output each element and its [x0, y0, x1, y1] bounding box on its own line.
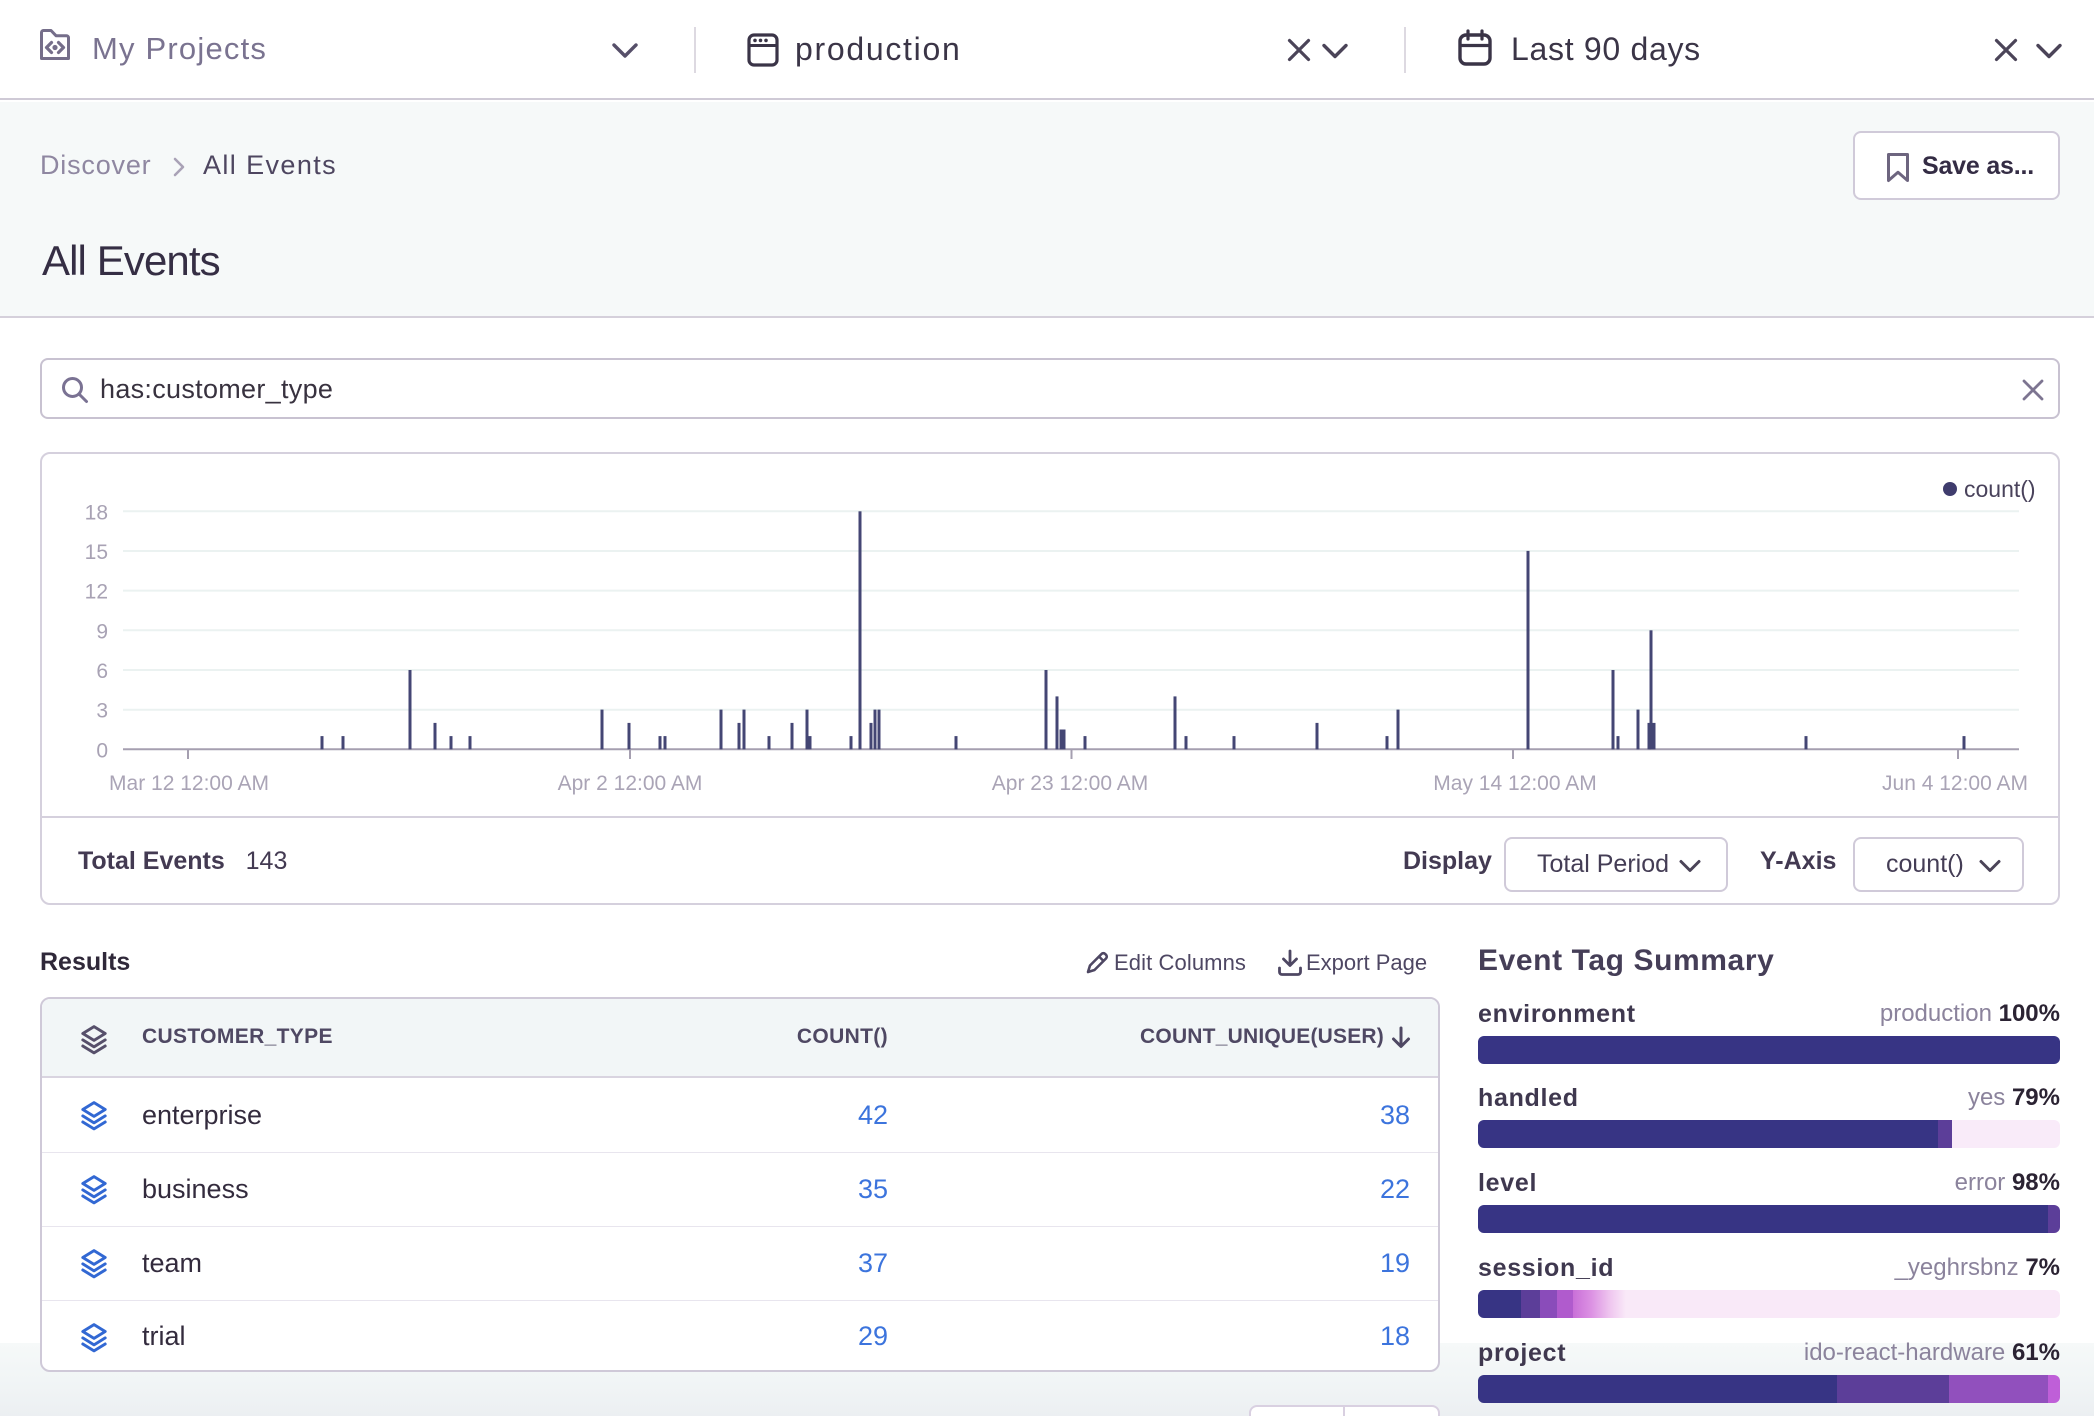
svg-text:9: 9 — [96, 620, 108, 643]
svg-text:12: 12 — [85, 581, 108, 604]
svg-text:May 14 12:00 AM: May 14 12:00 AM — [1433, 772, 1596, 795]
svg-text:15: 15 — [85, 541, 108, 564]
svg-text:6: 6 — [96, 660, 108, 683]
svg-text:3: 3 — [96, 700, 108, 723]
svg-text:count(): count() — [1964, 476, 2036, 502]
svg-text:18: 18 — [85, 501, 108, 524]
svg-text:Apr 23 12:00 AM: Apr 23 12:00 AM — [992, 772, 1148, 795]
svg-text:Jun 4 12:00 AM: Jun 4 12:00 AM — [1882, 772, 2028, 795]
svg-text:Mar 12 12:00 AM: Mar 12 12:00 AM — [109, 772, 269, 795]
svg-text:Apr 2 12:00 AM: Apr 2 12:00 AM — [558, 772, 703, 795]
svg-text:0: 0 — [96, 739, 108, 762]
